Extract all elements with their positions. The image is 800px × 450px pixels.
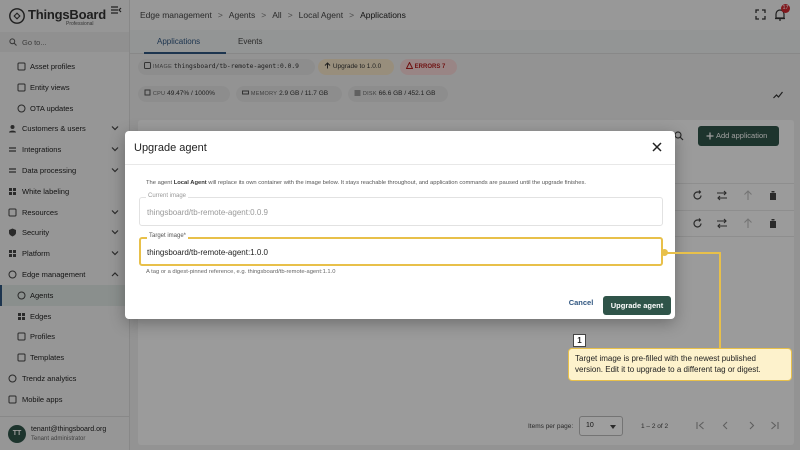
desc-agent-name: Local Agent (173, 180, 207, 186)
current-image-value: thingsboard/tb-remote-agent:0.0.9 (147, 208, 268, 217)
target-image-input[interactable]: thingsboard/tb-remote-agent:1.0.0 (147, 248, 268, 257)
current-image-field: Current image thingsboard/tb-remote-agen… (139, 193, 663, 226)
callout-connector (665, 252, 720, 254)
callout-step-number: 1 (573, 334, 586, 347)
upgrade-agent-button[interactable]: Upgrade agent (603, 296, 671, 315)
cancel-button[interactable]: Cancel (566, 296, 596, 310)
target-image-hint: A tag or a digest-pinned reference, e.g.… (146, 269, 336, 275)
dialog-title: Upgrade agent (134, 142, 207, 154)
desc-prefix: The agent (146, 180, 174, 186)
callout-tooltip: Target image is pre-filled with the newe… (568, 348, 792, 381)
close-icon[interactable] (651, 141, 663, 153)
dialog-divider (125, 164, 675, 165)
desc-suffix: will replace its own container with the … (206, 180, 586, 186)
target-image-field[interactable]: Target image* thingsboard/tb-remote-agen… (139, 233, 663, 266)
upgrade-agent-dialog: Upgrade agent The agent Local Agent will… (125, 131, 675, 319)
current-image-label: Current image (146, 193, 189, 199)
dialog-description: The agent Local Agent will replace its o… (146, 180, 586, 186)
target-image-label: Target image* (147, 233, 189, 239)
callout-connector (719, 252, 721, 349)
